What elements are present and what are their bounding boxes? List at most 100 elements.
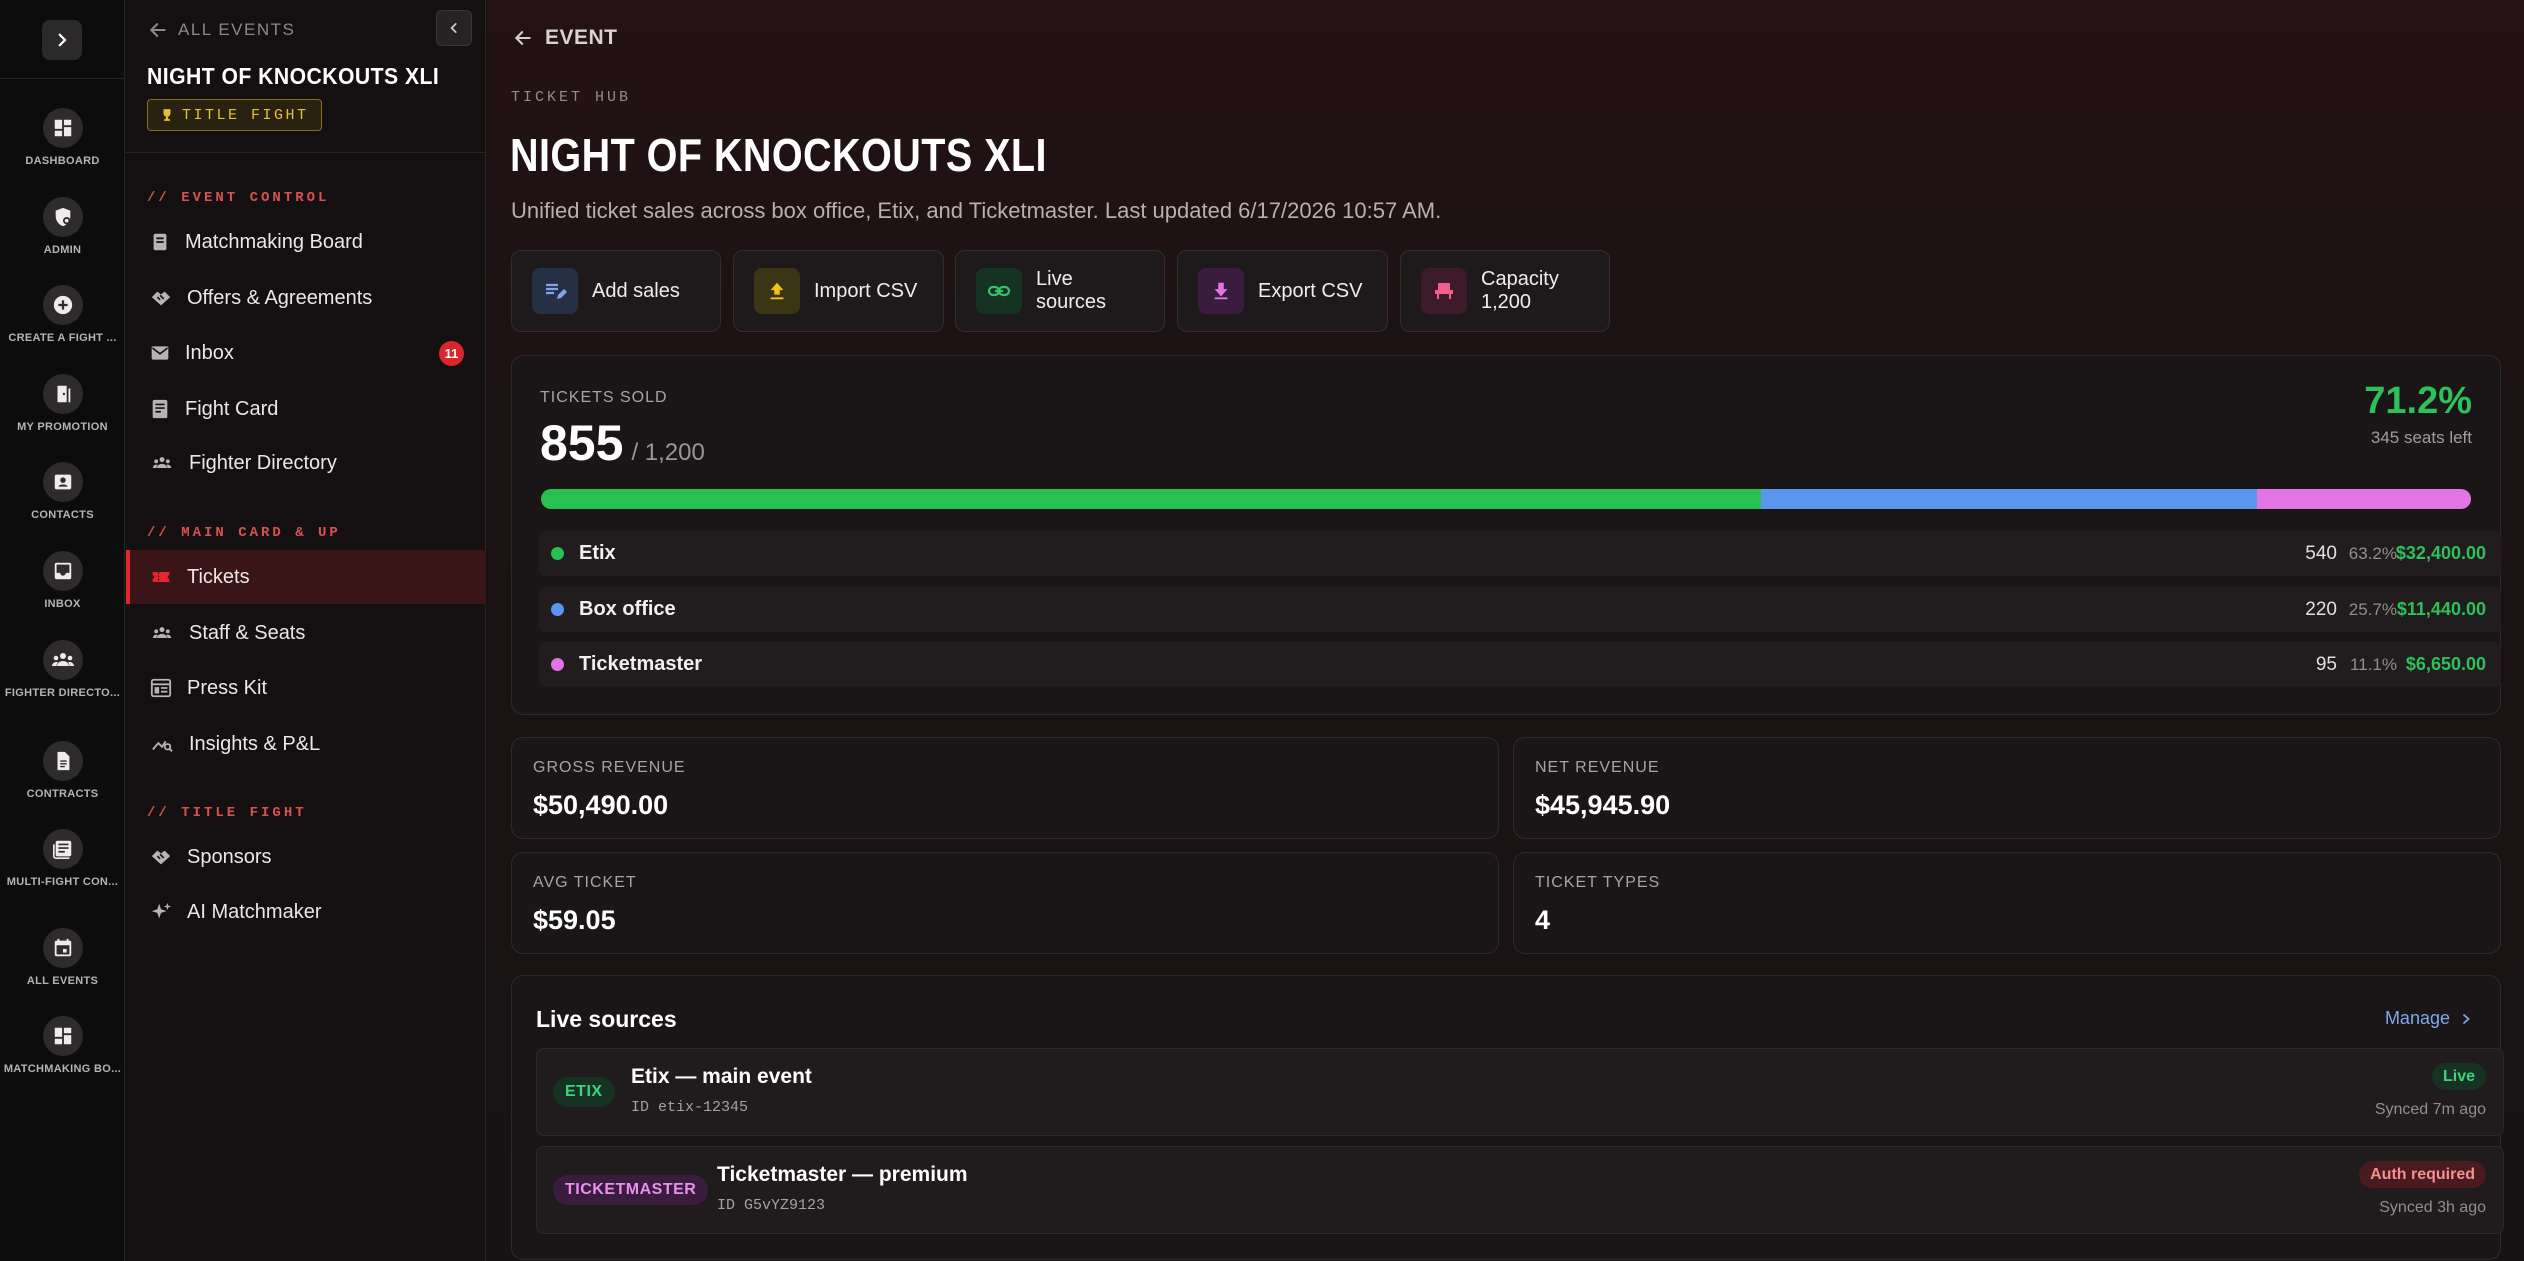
- page-kicker: TICKET HUB: [511, 89, 632, 106]
- synced-time: Synced 3h ago: [2379, 1199, 2486, 1216]
- stat-ticket-types: TICKET TYPES 4: [1513, 852, 2501, 954]
- link-icon: [987, 285, 1011, 297]
- chevron-left-icon: [450, 23, 457, 33]
- source-row-etix: Etix 540 63.2% $32,400.00: [539, 531, 2501, 576]
- tickets-sold-label: TICKETS SOLD: [540, 389, 668, 406]
- source-name: Etix — main event: [631, 1065, 812, 1088]
- rail-item-contracts[interactable]: CONTRACTS: [0, 741, 125, 800]
- rail-item-fighter-directory[interactable]: FIGHTER DIRECTO...: [0, 640, 125, 699]
- manage-sources-link[interactable]: Manage: [2385, 1008, 2472, 1029]
- nav-matchmaking-board[interactable]: Matchmaking Board: [126, 215, 486, 269]
- live-sources-button[interactable]: Live sources: [955, 250, 1165, 332]
- nav-ai-matchmaker[interactable]: AI Matchmaker: [126, 885, 486, 939]
- rail-item-admin[interactable]: ADMIN: [0, 197, 125, 256]
- source-id: ID etix-12345: [631, 1099, 749, 1116]
- back-to-event-link[interactable]: EVENT: [513, 26, 618, 50]
- source-tag: TICKETMASTER: [553, 1175, 709, 1205]
- nav-tickets[interactable]: Tickets: [126, 550, 486, 604]
- group-icon: [51, 653, 74, 666]
- capacity-button[interactable]: Capacity 1,200: [1400, 250, 1610, 332]
- trophy-icon: [163, 109, 171, 121]
- inbox-icon: [54, 562, 71, 580]
- export-csv-button[interactable]: Export CSV: [1177, 250, 1388, 332]
- import-csv-button[interactable]: Import CSV: [733, 250, 944, 332]
- section-heading-event-control: // EVENT CONTROL: [147, 190, 330, 206]
- chevron-right-icon: [58, 33, 67, 47]
- source-row-ticketmaster: Ticketmaster 95 11.1% $6,650.00: [539, 642, 2501, 687]
- inbox-unread-count: 11: [439, 340, 464, 366]
- section-heading-main-card: // MAIN CARD & UP: [147, 525, 341, 541]
- back-to-all-events-link[interactable]: ALL EVENTS: [148, 20, 295, 40]
- section-heading-title-fight: // TITLE FIGHT: [147, 805, 307, 821]
- page-subtitle: Unified ticket sales across box office, …: [511, 198, 1442, 223]
- page-title: NIGHT OF KNOCKOUTS XLI: [510, 129, 1047, 181]
- sidebar-divider: [126, 152, 486, 153]
- calendar-icon: [54, 938, 71, 957]
- live-sources-card: Live sources Manage ETIX Etix — main eve…: [511, 975, 2504, 1260]
- handshake-icon: [151, 850, 171, 865]
- contacts-icon: [54, 474, 71, 490]
- tickets-sold-total: 855 / 1,200: [540, 414, 705, 472]
- rail-item-matchmaking-board[interactable]: MATCHMAKING BO...: [0, 1016, 125, 1075]
- nav-fight-card[interactable]: Fight Card: [126, 382, 486, 436]
- download-icon: [1214, 282, 1228, 300]
- nav-press-kit[interactable]: Press Kit: [126, 661, 486, 715]
- rail-item-all-events[interactable]: ALL EVENTS: [0, 928, 125, 987]
- nav-fighter-directory[interactable]: Fighter Directory: [126, 436, 486, 490]
- source-tag: ETIX: [553, 1077, 615, 1107]
- upload-icon: [770, 282, 784, 300]
- rail-divider: [0, 78, 125, 79]
- status-badge: Live: [2431, 1063, 2486, 1090]
- group-icon: [152, 457, 172, 468]
- mail-icon: [151, 346, 169, 360]
- rail-item-dashboard[interactable]: DASHBOARD: [0, 108, 125, 167]
- rail-item-multi-fight[interactable]: MULTI-FIGHT CON...: [0, 829, 125, 888]
- live-source-row-etix[interactable]: ETIX Etix — main event ID etix-12345 Liv…: [536, 1048, 2504, 1136]
- source-id: ID G5vYZ9123: [717, 1197, 826, 1214]
- bar-segment-box-office: [1760, 489, 2257, 509]
- icon-rail: DASHBOARD ADMIN CREATE A FIGHT ... MY PR…: [0, 0, 125, 1261]
- source-row-box-office: Box office 220 25.7% $11,440.00: [539, 587, 2501, 632]
- plus-circle-icon: [53, 295, 72, 315]
- document-icon: [57, 751, 69, 771]
- nav-insights-pl[interactable]: Insights & P&L: [126, 717, 486, 771]
- nav-sponsors[interactable]: Sponsors: [126, 830, 486, 884]
- source-name: Ticketmaster — premium: [717, 1163, 968, 1186]
- collapse-sidebar-button[interactable]: [436, 10, 472, 46]
- tickets-sold-card: TICKETS SOLD 855 / 1,200 71.2% 345 seats…: [511, 355, 2501, 715]
- dashboard-icon: [54, 1027, 71, 1045]
- seats-left: 345 seats left: [2370, 428, 2472, 447]
- arrow-left-icon: [149, 23, 166, 37]
- nav-offers-agreements[interactable]: Offers & Agreements: [126, 271, 486, 325]
- handshake-icon: [151, 291, 171, 306]
- rail-item-my-promotion[interactable]: MY PROMOTION: [0, 374, 125, 433]
- stat-avg-ticket: AVG TICKET $59.05: [511, 852, 1499, 954]
- rail-item-inbox[interactable]: INBOX: [0, 551, 125, 610]
- live-sources-title: Live sources: [536, 1006, 677, 1032]
- nav-staff-seats[interactable]: Staff & Seats: [126, 606, 486, 660]
- title-fight-badge: TITLE FIGHT: [147, 99, 322, 131]
- group-icon: [152, 627, 172, 638]
- dashboard-icon: [54, 119, 71, 137]
- stat-gross-revenue: GROSS REVENUE $50,490.00: [511, 737, 1499, 839]
- add-sales-button[interactable]: Add sales: [511, 250, 721, 332]
- event-title: NIGHT OF KNOCKOUTS XLI: [147, 63, 440, 89]
- source-color-dot: [551, 547, 564, 560]
- ticket-hub-main: EVENT TICKET HUB NIGHT OF KNOCKOUTS XLI …: [487, 0, 2524, 1261]
- expand-rail-button[interactable]: [42, 20, 82, 60]
- stat-net-revenue: NET REVENUE $45,945.90: [1513, 737, 2501, 839]
- sparkle-icon: [151, 902, 172, 919]
- sold-percent: 71.2%: [2364, 380, 2472, 422]
- tickets-sold-count: 855: [540, 415, 624, 471]
- source-color-dot: [551, 658, 564, 671]
- event-sidebar: ALL EVENTS NIGHT OF KNOCKOUTS XLI TITLE …: [126, 0, 486, 1261]
- rail-item-create-fight[interactable]: CREATE A FIGHT ...: [0, 285, 125, 344]
- seat-icon: [1435, 283, 1453, 299]
- nav-inbox[interactable]: Inbox 11: [126, 326, 486, 380]
- rail-item-contacts[interactable]: CONTACTS: [0, 462, 125, 521]
- newspaper-icon: [52, 840, 71, 859]
- source-color-dot: [551, 603, 564, 616]
- bar-segment-ticketmaster: [2256, 489, 2471, 509]
- admin-shield-icon: [55, 207, 70, 227]
- live-source-row-ticketmaster[interactable]: TICKETMASTER Ticketmaster — premium ID G…: [536, 1146, 2504, 1234]
